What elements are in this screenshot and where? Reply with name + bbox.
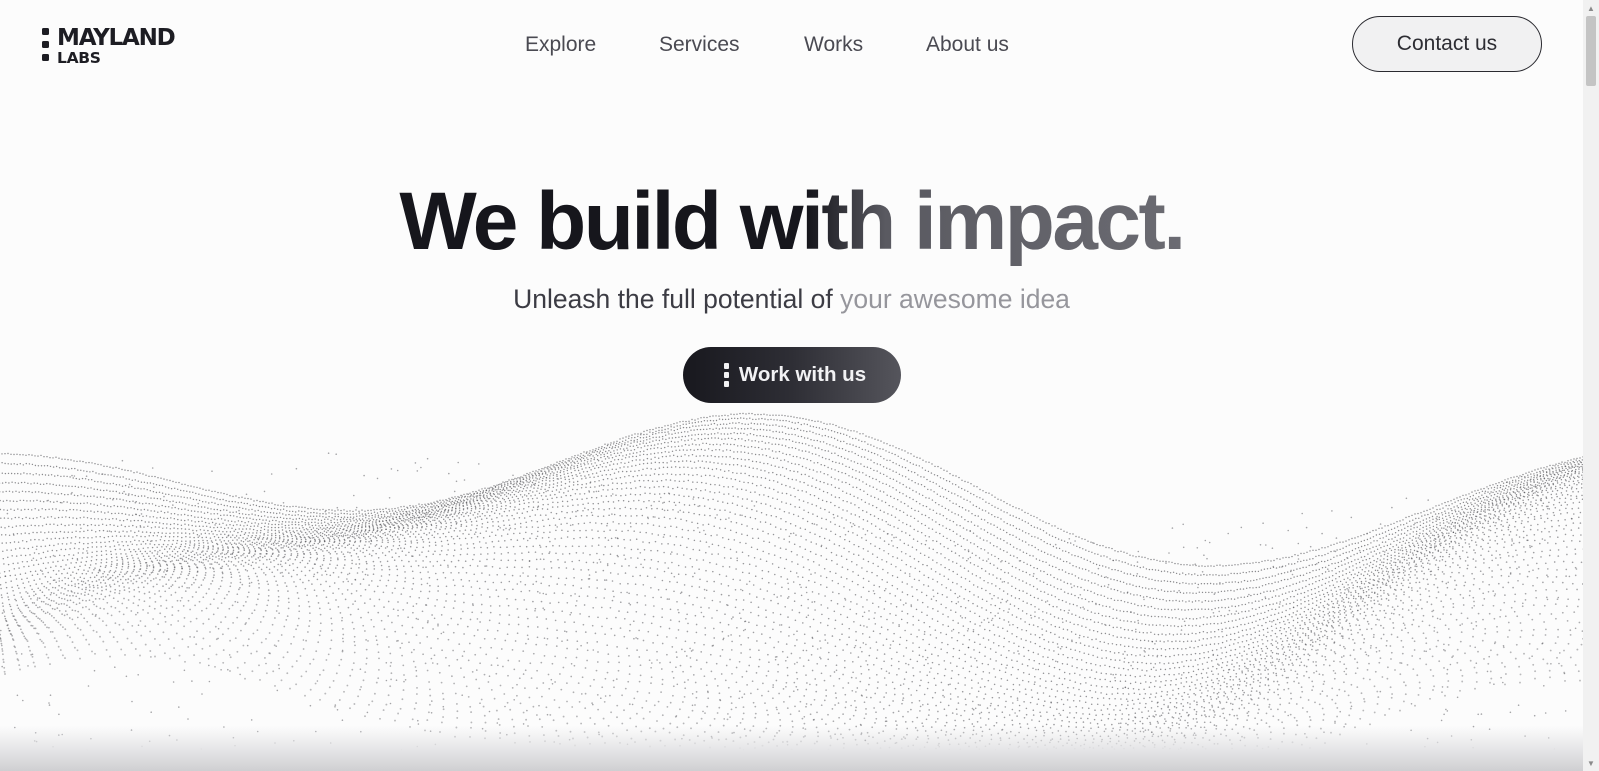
brand-logo[interactable]: MAYLAND LABS [42,25,176,67]
work-with-us-button[interactable]: Work with us [683,347,901,403]
triangle-down-icon[interactable]: ▼ [1583,755,1599,771]
logo-dots-icon [42,28,49,61]
nav-link-works[interactable]: Works [804,33,863,57]
hero-subtitle: Unleash the full potential of your aweso… [0,284,1583,315]
nav-link-about-us[interactable]: About us [926,33,1009,57]
vertical-scrollbar[interactable]: ▲ ▼ [1583,0,1599,771]
triangle-up-icon[interactable]: ▲ [1583,0,1599,16]
nav-link-services[interactable]: Services [659,33,740,57]
hero-subtitle-light: your awesome idea [840,284,1070,314]
logo-line-2: LABS [57,49,101,67]
hero-headline: We build with impact. [399,174,1186,270]
cta-label: Work with us [738,363,867,386]
hero-subtitle-dark: Unleash the full potential of [513,284,833,314]
dots-icon [723,363,729,387]
nav-link-explore[interactable]: Explore [525,33,596,57]
logo-line-1: MAYLAND [57,25,176,51]
particle-wave-graphic [0,412,1583,771]
page: MAYLAND LABS Explore Services Works Abou… [0,0,1583,771]
logo-wordmark: MAYLAND LABS [57,25,176,67]
contact-button[interactable]: Contact us [1352,16,1542,72]
bottom-fade [0,726,1583,771]
hero-headline-row: We build with impact. [0,174,1583,270]
scrollbar-thumb[interactable] [1586,16,1596,86]
